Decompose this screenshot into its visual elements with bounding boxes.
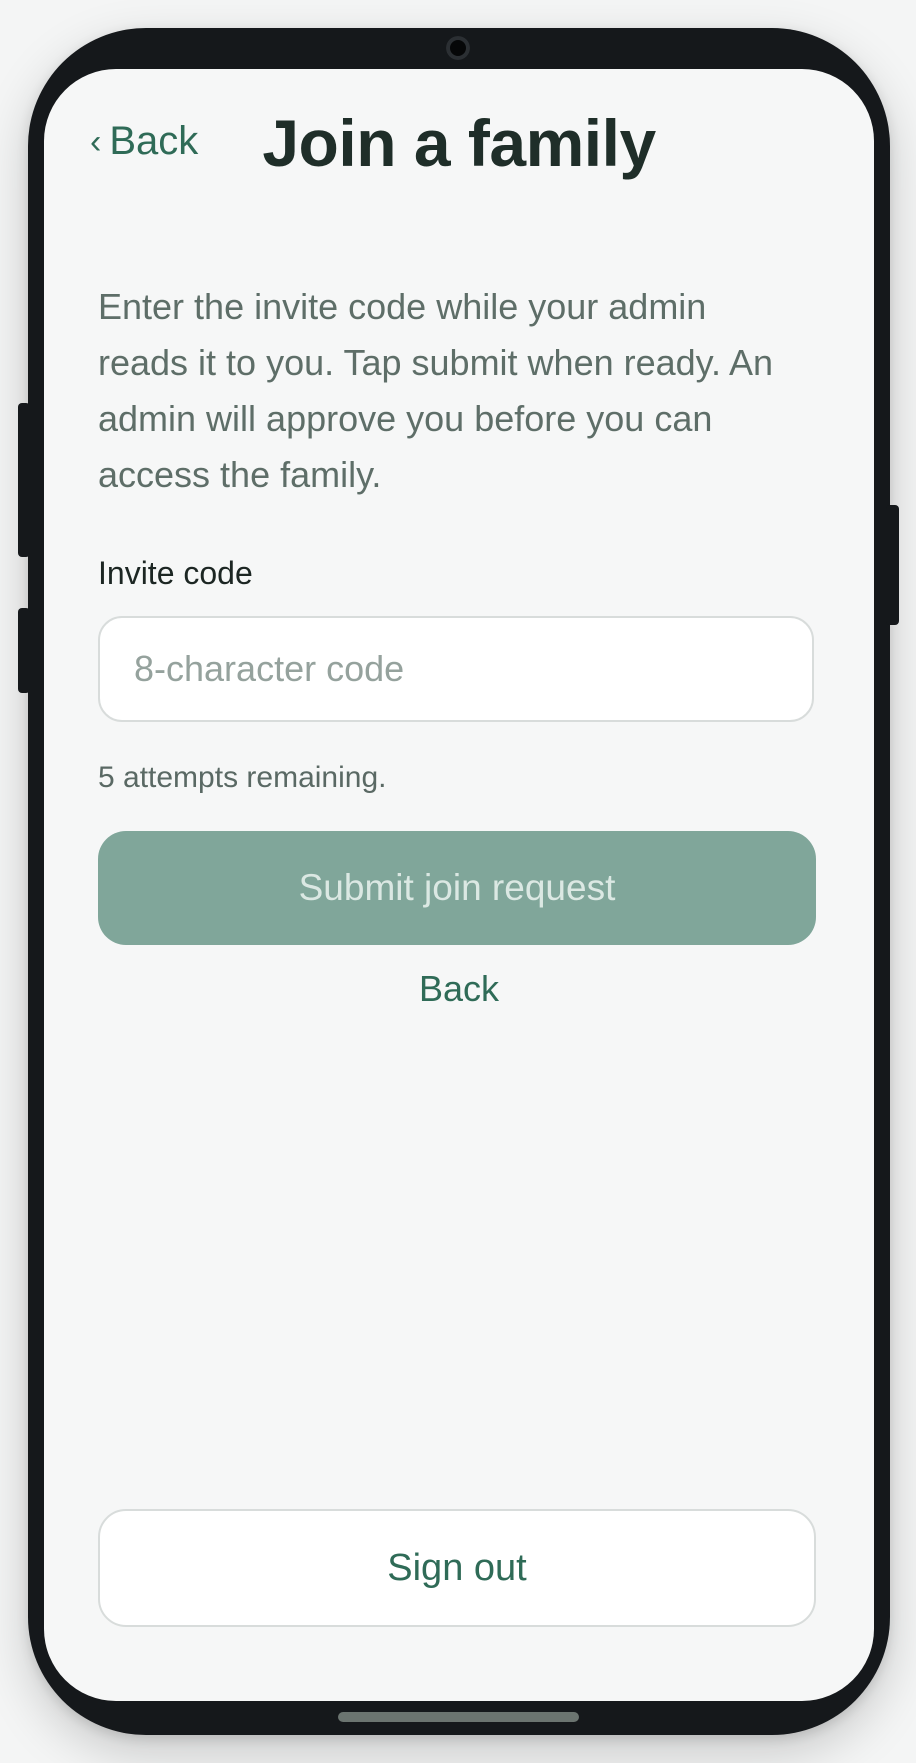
home-indicator[interactable]	[338, 1712, 579, 1722]
app-screen: ‹ Back Join a family Enter the invite co…	[44, 69, 874, 1701]
front-camera	[446, 36, 470, 60]
submit-join-request-button[interactable]: Submit join request	[98, 831, 816, 945]
attempts-remaining-text: 5 attempts remaining.	[98, 761, 387, 794]
volume-up-button	[18, 403, 30, 557]
instructions-text: Enter the invite code while your admin r…	[98, 286, 774, 495]
power-button	[886, 505, 899, 625]
volume-down-button	[18, 608, 30, 693]
sign-out-button[interactable]: Sign out	[98, 1509, 816, 1627]
page-title: Join a family	[262, 106, 656, 180]
back-link[interactable]: Back	[44, 968, 874, 1010]
invite-code-label: Invite code	[98, 555, 253, 591]
invite-code-input[interactable]	[98, 616, 814, 722]
